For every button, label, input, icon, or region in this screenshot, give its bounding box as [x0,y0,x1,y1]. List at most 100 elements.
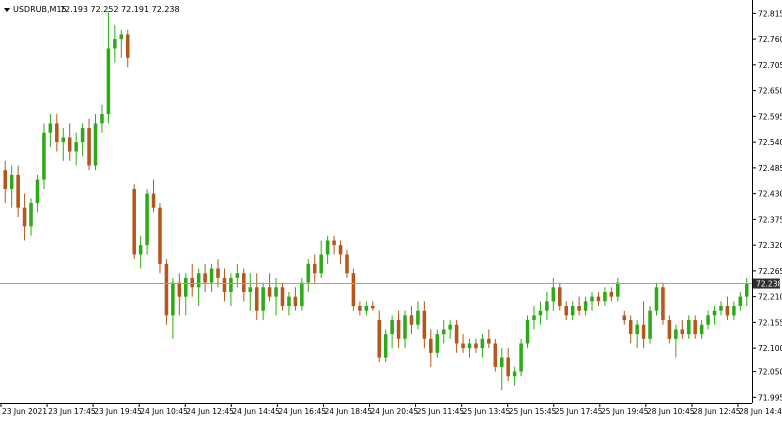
candle-body-bull [61,137,66,143]
candle [300,277,304,311]
y-tick-label: 72.320 [758,241,782,250]
candle-body-bull [300,282,304,307]
candle-body-bear [564,306,568,316]
candle-body-bear [312,263,317,274]
candle-body-bear [22,207,27,227]
candle-body-bull [171,282,175,316]
candle-body-bear [345,254,349,274]
candle-body-bull [261,287,265,311]
price-chart[interactable]: 72.815 72.760 72.705 72.650 72.595 72.540 72.4… [0,0,782,421]
y-tick-label: 71.995 [758,393,782,402]
candle-body-bull [467,343,472,349]
x-tick-label: 25 Jun 15:45 [509,407,557,416]
candle-body-bull [325,240,330,255]
x-tick-label: 23 Jun 19:45 [94,407,142,416]
candle-body-bear [577,306,581,311]
candle-body-bear [216,268,220,278]
candle-body-bull [699,324,704,335]
x-tick-label: 28 Jun 12:45 [693,407,741,416]
candle-body-bull [532,315,536,321]
candle-body-bull [519,343,523,372]
candle-body-bull [235,273,240,278]
candle-body-bear [371,306,375,309]
candle-body-bear [429,338,433,353]
candle-body-bull [648,310,652,339]
y-tick-label: 72.155 [758,318,782,327]
candle-body-bull [738,296,743,307]
candle-body-bull [525,320,530,344]
y-tick-label: 72.705 [758,61,782,70]
candle-body-bear [3,170,7,189]
x-tick-label: 25 Jun 19:45 [601,407,649,416]
candle-body-bull [80,128,85,143]
candle-body-bear [254,287,259,311]
candle-body-bear [332,240,336,246]
candle-body-bear [132,188,136,255]
candle-body-bull [364,306,369,311]
candle-body-bull [106,48,111,115]
candle-body-bull [390,320,394,335]
candle [351,268,356,311]
candle-body-bull [616,282,620,297]
candle [158,203,162,274]
symbol-timeframe: USDRUB,M15 [13,5,67,14]
candle [383,329,388,363]
x-tick-label: 23 Jun 17:45 [48,407,96,416]
candle-body-bear [164,263,169,316]
candle-body-bull [145,193,149,246]
candle-body-bear [222,277,227,292]
candle-body-bull [448,324,452,330]
candle-body-bull [35,179,40,203]
candle-body-bull [113,39,117,49]
candle-body-bear [125,34,130,58]
candle-body-bull [551,287,556,302]
x-tick-label: 25 Jun 17:45 [555,407,603,416]
candle-body-bull [480,338,485,349]
candle [654,282,659,316]
candle-body-bear [177,282,182,297]
candle-body-bear [409,315,414,325]
candle-body-bull [732,306,736,316]
candle-body-bull [119,34,124,40]
y-tick-label: 72.265 [758,267,782,276]
candle [648,306,652,344]
candle-body-bear [242,273,246,292]
candle-body-bull [416,310,420,325]
candle-body-bull [184,277,188,297]
candle-body-bull [545,301,549,311]
candle-body-bull [635,324,639,335]
candle-body-bear [641,324,646,339]
candle-body-bull [196,273,201,288]
y-tick-label: 72.050 [758,368,782,377]
x-tick-label: 25 Jun 13:45 [463,407,511,416]
candle [132,184,136,260]
candle-body-bear [190,277,194,288]
candle-body-bear [558,287,562,307]
candle-body-bull [74,142,78,152]
candle-body-bull [719,306,723,311]
candle-body-bull [383,334,388,358]
candle-body-bear [661,287,665,321]
candle-body-bull [590,296,594,302]
candle-body-bear [454,324,459,344]
candle-body-bull [209,268,214,283]
candle-body-bull [306,263,311,283]
y-tick-label: 72.100 [758,344,782,353]
candle [42,123,46,189]
candle-body-bull [583,301,588,311]
candle-body-bear [596,296,601,302]
candle-body-bear [151,193,156,208]
candle-body-bull [435,334,440,353]
chart-header: USDRUB,M15 72.193 72.252 72.191 72.238 [4,5,180,14]
y-tick-label: 72.815 [758,9,782,18]
x-tick-label: 28 Jun 10:45 [647,407,695,416]
candle [661,282,665,325]
candle [493,338,498,372]
y-tick-label: 72.375 [758,215,782,224]
x-tick-label: 28 Jun 14:45 [739,407,782,416]
candle-body-bull [287,296,291,307]
candle-body-bull [229,277,233,292]
candle-body-bear [158,207,162,264]
y-tick-label: 72.485 [758,164,782,173]
candle-body-bear [351,273,356,307]
